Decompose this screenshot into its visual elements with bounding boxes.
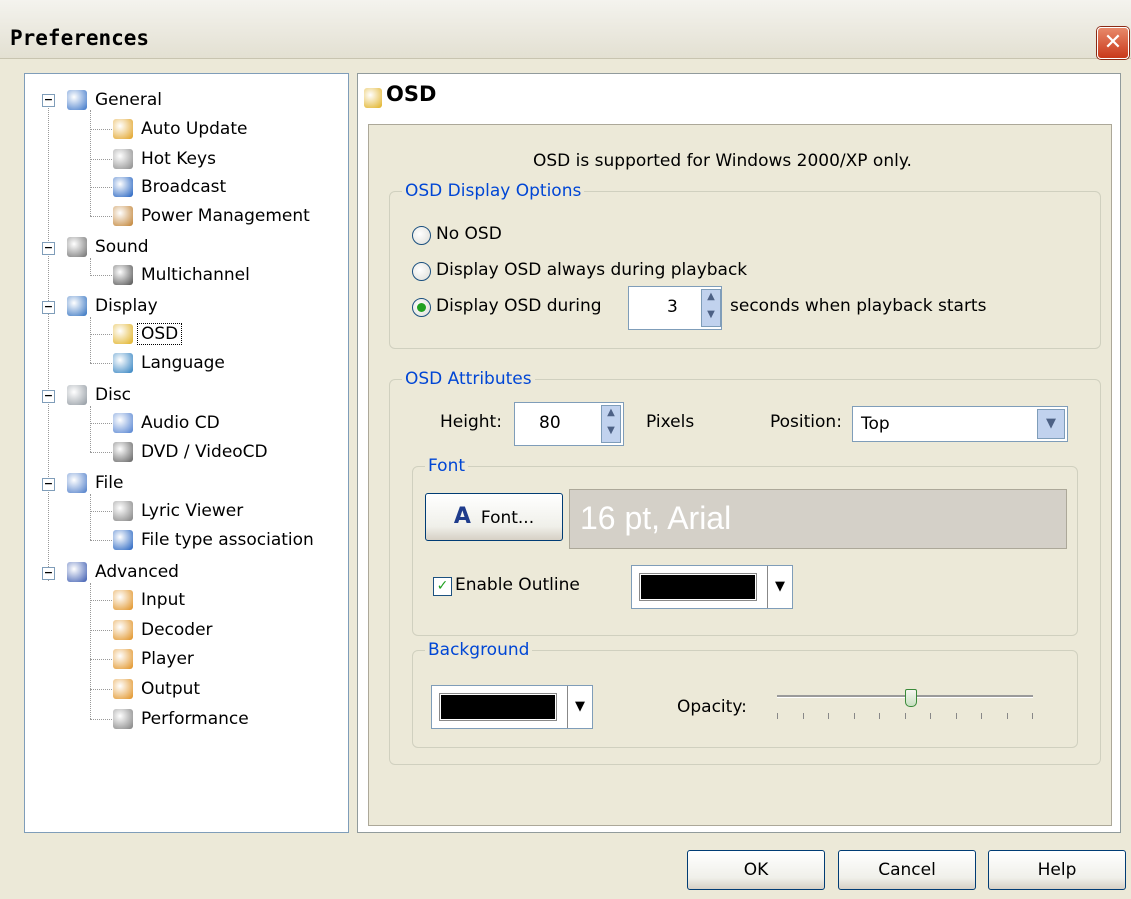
seconds-spinner[interactable]: ▲ ▼ <box>701 289 721 327</box>
enable-outline-label: Enable Outline <box>455 575 580 595</box>
slider-tick <box>1006 713 1008 719</box>
chip-icon <box>113 709 133 729</box>
no-osd-label: No OSD <box>436 224 502 244</box>
font-group: Font A Font... 16 pt, Arial ✓ Enable Outl… <box>412 455 1078 636</box>
opacity-slider-thumb[interactable] <box>904 689 917 707</box>
background-color-picker[interactable]: ▼ <box>431 685 593 729</box>
multichannel-icon <box>113 265 133 285</box>
position-label: Position: <box>770 412 842 432</box>
close-icon[interactable]: ✕ <box>1097 27 1129 59</box>
opacity-label: Opacity: <box>677 697 747 717</box>
advanced-icon <box>67 562 87 582</box>
window-title: Preferences <box>10 26 150 50</box>
file-association-icon <box>113 530 133 550</box>
settings-panel: OSD OSD is supported for Windows 2000/XP… <box>357 73 1121 833</box>
osd-during-label: Display OSD during <box>436 296 602 316</box>
slider-tick <box>1032 713 1033 719</box>
outline-color-picker[interactable]: ▼ <box>631 565 793 609</box>
slider-tick <box>777 713 778 719</box>
pixels-label: Pixels <box>646 412 695 432</box>
ok-button[interactable]: OK <box>687 850 825 890</box>
height-input[interactable]: 80 ▲ ▼ <box>514 402 624 446</box>
seconds-suffix: seconds when playback starts <box>730 296 987 316</box>
title-bar: Preferences ✕ <box>0 0 1131 59</box>
background-group: Background ▼ Opacity: <box>412 639 1078 748</box>
group-caption: Font <box>425 455 469 477</box>
power-management-icon <box>113 206 133 226</box>
osd-during-radio[interactable] <box>412 298 431 317</box>
opacity-slider[interactable] <box>777 689 1033 725</box>
position-select[interactable]: Top ▼ <box>852 406 1068 442</box>
os-support-note: OSD is supported for Windows 2000/XP onl… <box>533 151 912 171</box>
cancel-button[interactable]: Cancel <box>838 850 976 890</box>
chevron-down-icon[interactable]: ▼ <box>1037 409 1065 439</box>
keyboard-icon <box>113 149 133 169</box>
spin-down-icon[interactable]: ▼ <box>602 424 620 442</box>
output-icon <box>113 679 133 699</box>
sound-icon <box>67 237 87 257</box>
audio-cd-icon <box>113 413 133 433</box>
collapse-advanced-icon[interactable]: − <box>42 567 55 580</box>
disc-icon <box>67 385 87 405</box>
spin-up-icon[interactable]: ▲ <box>702 290 720 308</box>
group-caption: OSD Display Options <box>402 180 585 202</box>
display-icon <box>67 296 87 316</box>
microphone-icon <box>113 501 133 521</box>
collapse-general-icon[interactable]: − <box>42 94 55 107</box>
page-title: OSD <box>386 82 437 106</box>
settings-body: OSD is supported for Windows 2000/XP onl… <box>368 124 1112 826</box>
dropdown-arrow-icon[interactable]: ▼ <box>567 686 592 728</box>
input-icon <box>113 590 133 610</box>
category-tree[interactable]: − − − − − − General Auto Update Hot Keys… <box>24 73 349 833</box>
seconds-input[interactable]: 3 ▲ ▼ <box>628 286 722 330</box>
background-color-swatch <box>440 694 556 720</box>
player-icon <box>113 649 133 669</box>
collapse-display-icon[interactable]: − <box>42 301 55 314</box>
slider-tick <box>904 713 906 719</box>
collapse-file-icon[interactable]: − <box>42 478 55 491</box>
font-button[interactable]: A Font... <box>425 493 563 541</box>
language-icon <box>113 353 133 373</box>
osd-always-label: Display OSD always during playback <box>436 260 748 280</box>
font-preview: 16 pt, Arial <box>569 489 1067 549</box>
slider-tick <box>828 713 829 719</box>
tree-item-osd-label: OSD <box>137 323 183 345</box>
spin-down-icon[interactable]: ▼ <box>702 308 720 326</box>
slider-tick <box>981 713 982 719</box>
general-icon <box>67 90 87 110</box>
broadcast-icon <box>113 177 133 197</box>
font-icon: A <box>453 504 471 529</box>
group-caption: Background <box>425 639 533 661</box>
dropdown-arrow-icon[interactable]: ▼ <box>767 566 792 608</box>
height-label: Height: <box>440 412 502 432</box>
outline-color-swatch <box>640 574 756 600</box>
enable-outline-checkbox[interactable]: ✓ <box>433 577 452 596</box>
decoder-icon <box>113 620 133 640</box>
slider-tick <box>879 713 880 719</box>
slider-tick <box>853 713 855 719</box>
osd-display-options-group: OSD Display Options No OSD Display OSD a… <box>389 180 1101 349</box>
help-button[interactable]: Help <box>988 850 1126 890</box>
osd-heading-icon <box>364 88 382 108</box>
slider-tick <box>955 713 957 719</box>
collapse-disc-icon[interactable]: − <box>42 390 55 403</box>
slider-tick <box>802 713 804 719</box>
osd-attributes-group: OSD Attributes Height: 80 ▲ ▼ Pixels Pos… <box>389 368 1101 765</box>
slider-tick <box>930 713 931 719</box>
collapse-sound-icon[interactable]: − <box>42 242 55 255</box>
osd-always-radio[interactable] <box>412 262 431 281</box>
no-osd-radio[interactable] <box>412 226 431 245</box>
file-icon <box>67 473 87 493</box>
height-spinner[interactable]: ▲ ▼ <box>601 405 621 443</box>
osd-icon <box>113 324 133 344</box>
group-caption: OSD Attributes <box>402 368 535 390</box>
auto-update-icon <box>113 119 133 139</box>
dvd-icon <box>113 442 133 462</box>
spin-up-icon[interactable]: ▲ <box>602 406 620 424</box>
